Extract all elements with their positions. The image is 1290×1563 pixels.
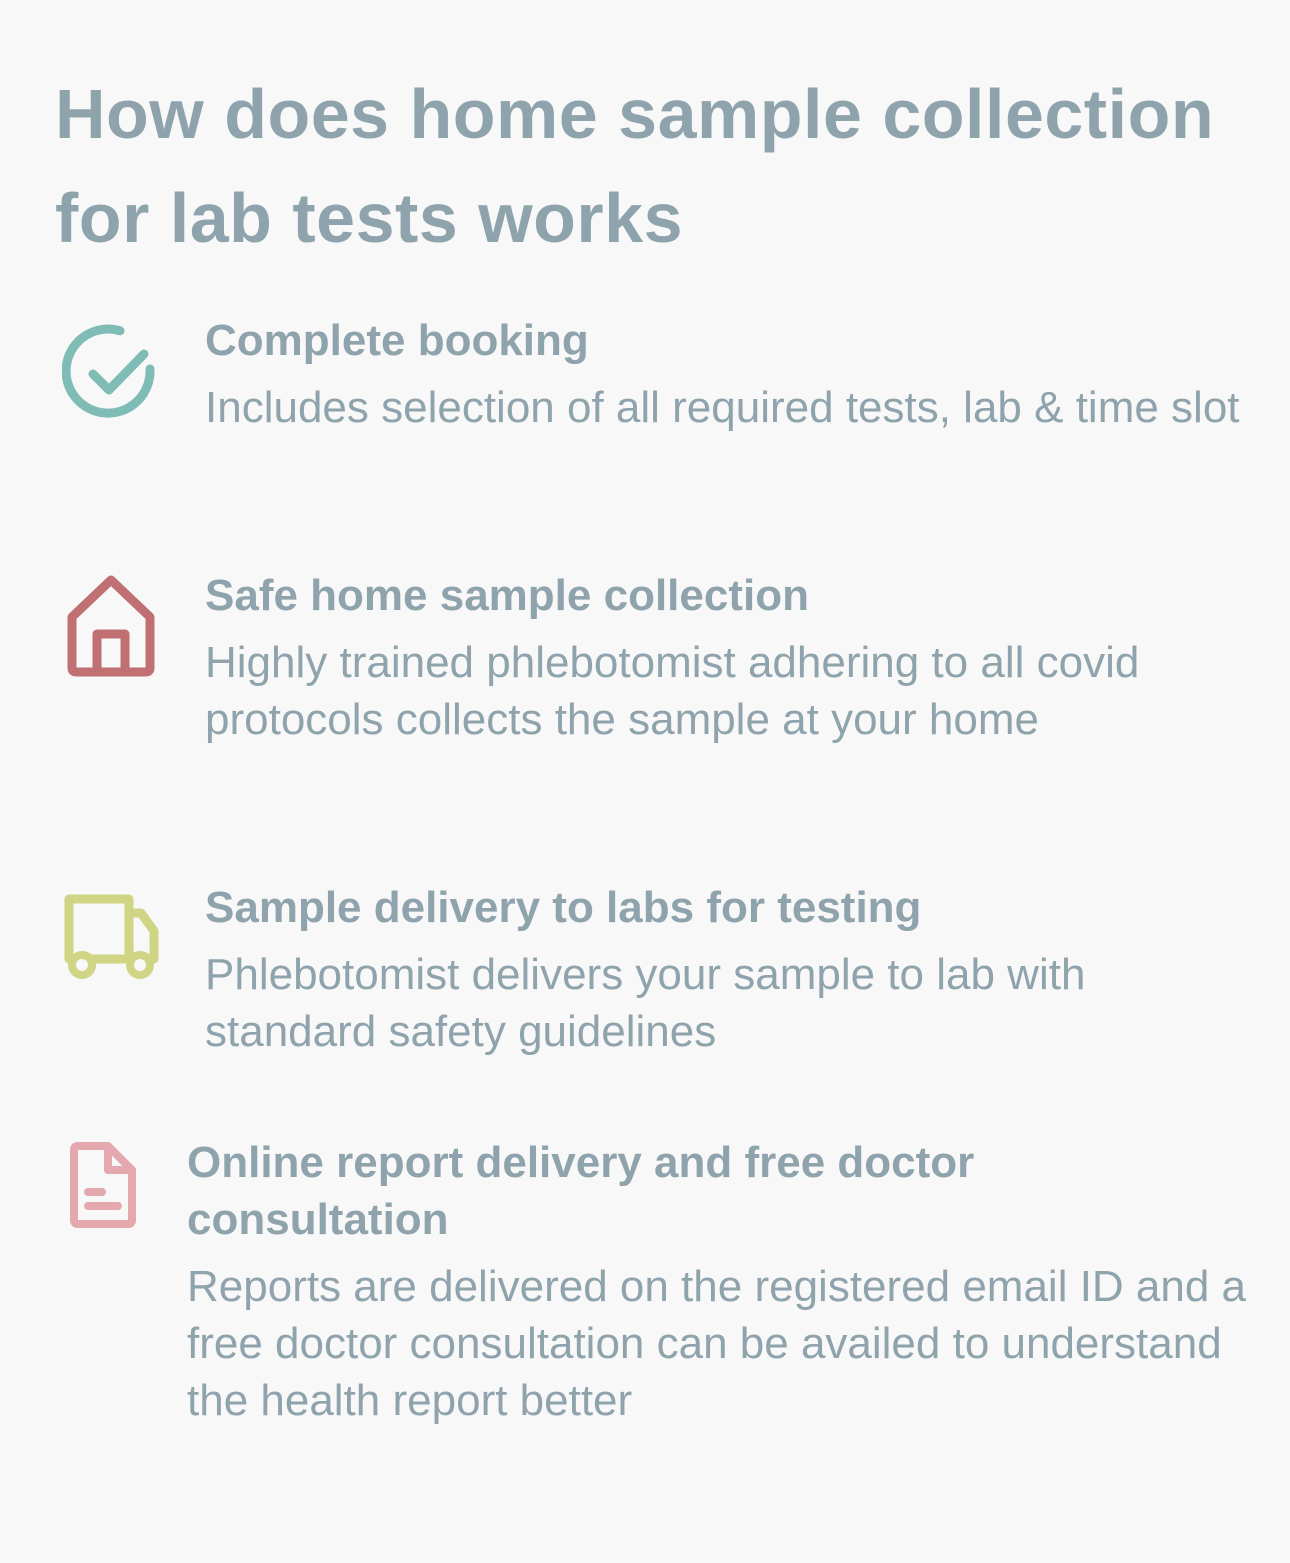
step-description: Phlebotomist delivers your sample to lab… (205, 950, 1086, 1056)
step-title: Sample delivery to labs for testing (205, 883, 922, 932)
step-description: Reports are delivered on the registered … (187, 1262, 1247, 1425)
check-circle-icon (62, 324, 155, 418)
page-title: How does home sample collection for lab … (55, 75, 1215, 257)
step-title: Complete booking (205, 316, 589, 365)
document-icon (70, 1142, 136, 1228)
step-title: Safe home sample collection (205, 571, 809, 620)
step-description: Highly trained phlebotomist adhering to … (205, 638, 1140, 744)
home-icon (67, 575, 155, 677)
step-title: Online report delivery and free doctor c… (187, 1138, 975, 1244)
truck-icon (64, 894, 159, 979)
step-description: Includes selection of all required tests… (205, 383, 1240, 432)
